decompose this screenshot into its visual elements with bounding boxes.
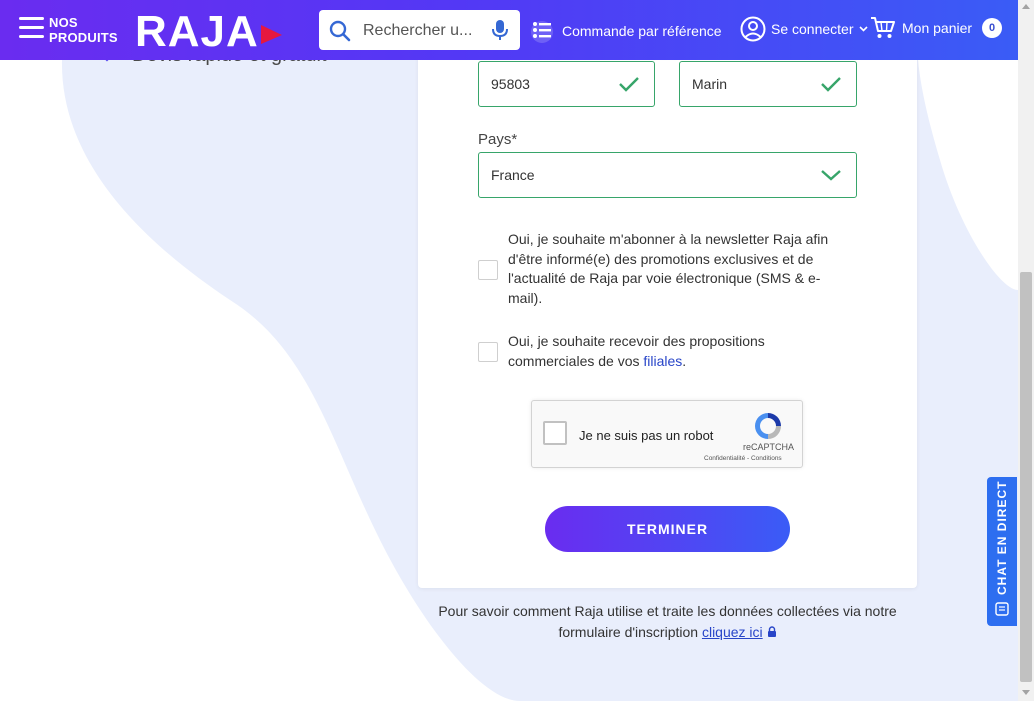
page-scrollbar[interactable] (1018, 0, 1034, 701)
registration-form-card: 95803 Marin Pays* France Oui, je souhait… (418, 40, 917, 588)
postal-code-field[interactable]: 95803 (478, 61, 655, 107)
recaptcha-label: Je ne suis pas un robot (579, 428, 714, 443)
login-label: Se connecter (771, 21, 854, 37)
submit-button[interactable]: TERMINER (545, 506, 790, 552)
chevron-down-icon (821, 170, 841, 181)
cart-count-badge: 0 (982, 18, 1003, 38)
offers-end: . (682, 352, 687, 369)
raja-logo[interactable]: RAJA (135, 11, 285, 49)
microphone-icon[interactable] (491, 19, 509, 41)
scroll-up-arrow-icon[interactable] (1022, 4, 1030, 9)
country-select[interactable]: France (478, 152, 857, 198)
city-field[interactable]: Marin (679, 61, 857, 107)
lock-icon (767, 626, 776, 637)
search-icon[interactable] (329, 20, 351, 42)
recaptcha-widget: Je ne suis pas un robot reCAPTCHA Confid… (531, 400, 803, 468)
live-chat-tab[interactable]: CHAT EN DIRECT (987, 477, 1017, 626)
cart-link[interactable]: Mon panier 0 (870, 16, 1003, 40)
privacy-link[interactable]: cliquez ici (702, 624, 763, 640)
recaptcha-logo-icon (755, 413, 781, 439)
list-icon (531, 21, 553, 43)
recaptcha-brand: reCAPTCHA (743, 442, 795, 452)
cart-icon (871, 17, 895, 38)
menu-label-line2: PRODUITS (49, 30, 118, 45)
city-value: Marin (692, 76, 728, 92)
privacy-note: Pour savoir comment Raja utilise et trai… (418, 601, 917, 643)
valid-check-icon (821, 77, 841, 92)
order-by-reference-link[interactable]: Commande par référence (530, 18, 722, 44)
chevron-down-icon (858, 26, 868, 32)
recaptcha-checkbox[interactable] (543, 421, 567, 445)
valid-check-icon (619, 77, 639, 92)
recaptcha-links[interactable]: Confidentialité - Conditions (704, 455, 782, 462)
search-box (319, 10, 520, 50)
country-label: Pays* (478, 131, 518, 148)
user-icon (740, 16, 766, 42)
country-value: France (491, 167, 535, 183)
offers-checkbox[interactable] (478, 342, 498, 362)
logo-text: RAJA (135, 11, 259, 49)
menu-label-line1: NOS (49, 15, 78, 30)
offers-text: Oui, je souhaite recevoir des propositio… (508, 333, 765, 369)
chat-icon (995, 602, 1009, 616)
order-by-reference-label: Commande par référence (562, 23, 722, 39)
menu-label[interactable]: NOS PRODUITS (49, 15, 118, 45)
live-chat-label: CHAT EN DIRECT (995, 480, 1009, 595)
scroll-down-arrow-icon[interactable] (1022, 690, 1030, 695)
cart-label: Mon panier (902, 20, 973, 36)
login-link[interactable]: Se connecter (740, 16, 868, 42)
newsletter-checkbox[interactable] (478, 260, 498, 280)
offers-text-block: Oui, je souhaite recevoir des propositio… (508, 332, 808, 371)
menu-burger-icon[interactable] (19, 17, 44, 43)
privacy-note-text: Pour savoir comment Raja utilise et trai… (438, 603, 897, 640)
scrollbar-thumb[interactable] (1020, 272, 1032, 682)
top-header: NOS PRODUITS RAJA Commande par référence (0, 0, 1018, 60)
newsletter-text: Oui, je souhaite m'abonner à la newslett… (508, 231, 829, 306)
subsidiaries-link[interactable]: filiales (643, 353, 682, 369)
postal-code-value: 95803 (491, 76, 530, 92)
search-input[interactable] (361, 18, 483, 44)
